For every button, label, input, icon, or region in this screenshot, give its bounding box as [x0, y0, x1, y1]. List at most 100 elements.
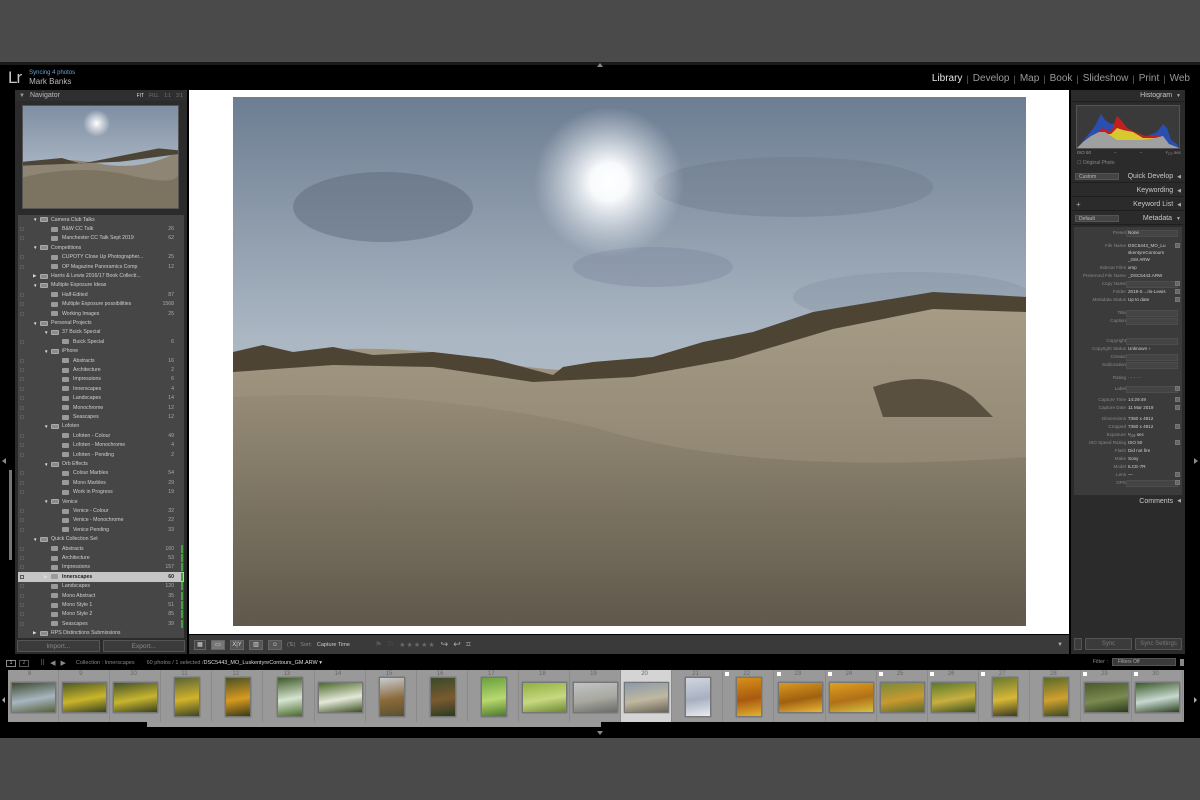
comments-header[interactable]: Comments ◀ [1071, 495, 1185, 507]
collection-sync-checkbox[interactable] [20, 339, 24, 344]
collection-sync-checkbox[interactable] [20, 396, 24, 401]
metadata-field-creator[interactable] [1126, 354, 1178, 361]
quick-develop-preset-dropdown[interactable]: Custom [1075, 173, 1119, 180]
collection-sync-checkbox[interactable] [20, 509, 24, 514]
expand-triangle-icon[interactable]: ◀ [1177, 174, 1181, 180]
collection-set[interactable]: ▼ iPhone [18, 347, 184, 356]
filmstrip-cell[interactable]: 19 [570, 670, 622, 722]
star-rating[interactable]: ★★★★★ [399, 641, 435, 649]
collection-item[interactable]: Mono Style 2 85 [18, 610, 184, 619]
expand-triangle-icon[interactable]: ◀ [1177, 202, 1181, 208]
filmstrip-thumbnail[interactable] [62, 682, 108, 713]
collection-item[interactable]: Colour Marbles 54 [18, 469, 184, 478]
metadata-action-button[interactable] [1175, 424, 1180, 429]
metadata-field-copy-name[interactable] [1126, 281, 1178, 288]
metadata-action-button[interactable] [1175, 480, 1180, 485]
filmstrip-cell[interactable]: 13 [264, 670, 315, 722]
collection-item[interactable]: Venice - Colour 32 [18, 506, 184, 515]
filmstrip-thumbnail[interactable] [736, 677, 763, 717]
collection-set[interactable]: ▼ Quick Collection Set [18, 535, 184, 544]
expand-triangle-icon[interactable]: ◀ [1177, 188, 1181, 194]
main-photo[interactable] [233, 97, 1026, 626]
collection-sync-checkbox[interactable] [20, 452, 24, 457]
sort-direction-icon[interactable]: (⇅) [287, 642, 295, 648]
filmstrip-scroll-right-icon[interactable] [1194, 697, 1197, 703]
people-view-icon[interactable]: ☺ [268, 639, 282, 650]
collection-item[interactable]: Manchester CC Talk Sept 2019 62 [18, 234, 184, 243]
filmstrip-thumbnail[interactable] [11, 682, 56, 713]
metadata-field-label[interactable] [1126, 386, 1178, 393]
collection-item[interactable]: ▶ Innerscapes 60 [18, 572, 184, 582]
collection-item[interactable]: Mono Marbles 29 [18, 478, 184, 487]
collection-item[interactable]: Seascapes 39 [18, 619, 184, 628]
quick-develop-header[interactable]: Custom Quick Develop ◀ [1071, 171, 1185, 183]
hide-top-panel-icon[interactable] [597, 63, 603, 67]
navigator-header[interactable]: ▼ Navigator FIT FILL 1:1 3:1 [15, 90, 187, 101]
collection-set[interactable]: ▼ Lofoten [18, 422, 184, 431]
right-panel-edge[interactable] [1185, 90, 1200, 654]
forward-arrow-icon[interactable]: ▶ [61, 659, 66, 667]
filmstrip-thumbnail[interactable] [225, 677, 252, 717]
filmstrip-thumbnail[interactable] [930, 682, 976, 713]
collection-item[interactable]: Landscapes 14 [18, 394, 184, 403]
collection-set[interactable]: ▼ Competitions [18, 243, 184, 252]
collection-sync-checkbox[interactable] [20, 603, 24, 608]
filmstrip-cell[interactable]: 28 [1030, 670, 1081, 722]
filmstrip-cell[interactable]: 14 [315, 670, 366, 722]
sort-dropdown[interactable]: Capture Time [317, 642, 350, 648]
collapse-triangle-icon[interactable]: ▼ [1176, 216, 1181, 222]
module-slideshow[interactable]: Slideshow [1079, 73, 1133, 84]
collection-sync-checkbox[interactable] [20, 433, 24, 438]
collection-sync-checkbox[interactable] [20, 358, 24, 363]
filmstrip-thumbnail[interactable] [113, 682, 159, 713]
filmstrip-cell[interactable]: 17 [468, 670, 519, 722]
sync-button[interactable]: Sync [1085, 638, 1132, 650]
collapse-triangle-icon[interactable]: ▼ [33, 217, 37, 222]
collection-set[interactable]: ▼ 37 Buick Special [18, 328, 184, 337]
filmstrip-thumbnail[interactable] [879, 682, 925, 713]
collection-sync-checkbox[interactable] [20, 546, 24, 551]
filmstrip-cell[interactable]: 27 [979, 670, 1030, 722]
expand-triangle-icon[interactable]: ◀ [1177, 498, 1181, 504]
module-book[interactable]: Book [1046, 73, 1077, 84]
module-web[interactable]: Web [1166, 73, 1194, 84]
filmstrip-cell[interactable]: 25 [877, 670, 928, 722]
filmstrip-thumbnail[interactable] [317, 682, 363, 713]
collection-item[interactable]: Impressions 6 [18, 375, 184, 384]
secondary-window-button[interactable]: 2 [19, 659, 29, 667]
collection-item[interactable]: B&W CC Talk 26 [18, 224, 184, 233]
source-collection[interactable]: Collection : Innerscapes [76, 660, 135, 666]
keyword-list-header[interactable]: + Keyword List ◀ [1071, 199, 1185, 211]
selected-filename[interactable]: DSC5443_MO_LuskentyreContours_GM.ARW ▾ [204, 660, 323, 666]
collection-item[interactable]: Landscapes 120 [18, 582, 184, 591]
metadata-action-button[interactable] [1175, 386, 1180, 391]
filmstrip-cell[interactable]: 29 [1081, 670, 1133, 722]
filmstrip-thumbnail[interactable] [1084, 682, 1130, 713]
module-print[interactable]: Print [1135, 73, 1164, 84]
compare-view-icon[interactable]: X|Y [230, 639, 244, 650]
collection-item[interactable]: Seascapes 12 [18, 412, 184, 421]
collection-sync-checkbox[interactable] [20, 471, 24, 476]
filmstrip-cell[interactable]: 12 [212, 670, 264, 722]
collection-sync-checkbox[interactable] [20, 405, 24, 410]
collection-item[interactable]: Venice - Monochrome 22 [18, 516, 184, 525]
filmstrip-cell[interactable]: 30 [1132, 670, 1184, 722]
filmstrip-cell[interactable]: 11 [161, 670, 213, 722]
collection-sync-checkbox[interactable] [20, 415, 24, 420]
rotate-left-icon[interactable]: ↪ [441, 639, 449, 650]
survey-view-icon[interactable]: ▥ [249, 639, 263, 650]
histogram-header[interactable]: Histogram ▼ [1071, 90, 1185, 102]
expand-triangle-icon[interactable]: ▶ [33, 630, 36, 636]
expand-triangle-icon[interactable]: ▶ [33, 273, 36, 279]
collection-sync-checkbox[interactable] [20, 556, 24, 561]
collection-set[interactable]: ▶ RPS Distinctions Submissions [18, 629, 184, 638]
collection-item[interactable]: Buick Special 6 [18, 337, 184, 346]
collapse-triangle-icon[interactable]: ▼ [44, 424, 48, 429]
zoom-option-1-1[interactable]: 1:1 [164, 93, 171, 99]
original-photo-checkbox[interactable]: ☐ Original Photo [1077, 160, 1115, 166]
collection-item[interactable]: CUPOTY Close Up Photographer... 25 [18, 253, 184, 262]
collapse-triangle-icon[interactable]: ▼ [1176, 93, 1181, 99]
module-map[interactable]: Map [1016, 73, 1043, 84]
navigator-preview[interactable] [22, 105, 179, 209]
metadata-action-button[interactable] [1175, 289, 1180, 294]
